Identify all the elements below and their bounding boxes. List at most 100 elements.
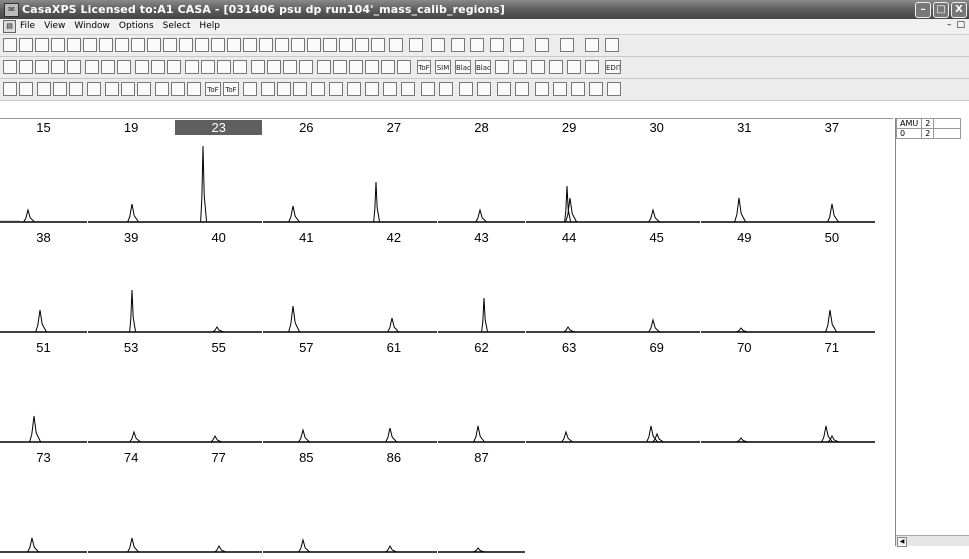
spectrum-cell[interactable]: 27 bbox=[350, 119, 438, 229]
toolbar-button-icon[interactable] bbox=[99, 38, 113, 52]
spectrum-cell[interactable]: 53 bbox=[87, 339, 175, 449]
toolbar-button-icon[interactable] bbox=[560, 38, 574, 52]
spectrum-cell[interactable]: 49 bbox=[700, 229, 788, 339]
toolbar-button-icon[interactable] bbox=[553, 82, 567, 96]
toolbar-button-icon[interactable] bbox=[121, 82, 135, 96]
toolbar-button-icon[interactable]: EDIT bbox=[605, 60, 621, 74]
toolbar-button-icon[interactable] bbox=[267, 60, 281, 74]
toolbar-button-icon[interactable] bbox=[495, 60, 509, 74]
menu-file[interactable]: File bbox=[20, 21, 35, 31]
spectrum-cell[interactable]: 74 bbox=[87, 449, 175, 559]
toolbar-button-icon[interactable] bbox=[117, 60, 131, 74]
toolbar-button-icon[interactable] bbox=[171, 82, 185, 96]
toolbar-button-icon[interactable] bbox=[409, 38, 423, 52]
toolbar-button-icon[interactable] bbox=[67, 38, 81, 52]
spectrum-cell[interactable]: 71 bbox=[788, 339, 876, 449]
toolbar-button-icon[interactable] bbox=[261, 82, 275, 96]
spectrum-cell[interactable]: 43 bbox=[438, 229, 525, 339]
toolbar-button-icon[interactable] bbox=[187, 82, 201, 96]
toolbar-button-icon[interactable] bbox=[85, 60, 99, 74]
toolbar-button-icon[interactable] bbox=[3, 38, 17, 52]
minimize-button[interactable]: – bbox=[915, 2, 931, 18]
toolbar-button-icon[interactable] bbox=[421, 82, 435, 96]
amu-header-value[interactable]: 2 bbox=[921, 118, 935, 129]
toolbar-button-icon[interactable] bbox=[349, 60, 363, 74]
toolbar-button-icon[interactable] bbox=[470, 38, 484, 52]
toolbar-button-icon[interactable] bbox=[227, 38, 241, 52]
spectrum-cell[interactable]: 15 bbox=[0, 119, 87, 229]
toolbar-button-icon[interactable] bbox=[101, 60, 115, 74]
toolbar-button-icon[interactable] bbox=[201, 60, 215, 74]
app-icon[interactable]: ✉ bbox=[4, 3, 19, 17]
toolbar-button-icon[interactable] bbox=[35, 60, 49, 74]
menu-help[interactable]: Help bbox=[199, 21, 220, 31]
spectrum-cell[interactable]: 70 bbox=[700, 339, 788, 449]
toolbar-button-icon[interactable] bbox=[459, 82, 473, 96]
spectrum-cell[interactable]: 44 bbox=[525, 229, 613, 339]
toolbar-button-icon[interactable] bbox=[151, 60, 165, 74]
toolbar-button-icon[interactable] bbox=[333, 60, 347, 74]
toolbar-button-icon[interactable]: ToF bbox=[417, 60, 431, 74]
toolbar-button-icon[interactable] bbox=[607, 82, 621, 96]
toolbar-button-icon[interactable] bbox=[397, 60, 411, 74]
toolbar-button-icon[interactable] bbox=[19, 82, 33, 96]
toolbar-button-icon[interactable] bbox=[53, 82, 67, 96]
spectrum-cell[interactable]: 37 bbox=[788, 119, 876, 229]
toolbar-button-icon[interactable] bbox=[243, 82, 257, 96]
toolbar-button-icon[interactable]: Black Core bbox=[455, 60, 471, 74]
toolbar-button-icon[interactable] bbox=[67, 60, 81, 74]
toolbar-button-icon[interactable] bbox=[381, 60, 395, 74]
toolbar-button-icon[interactable] bbox=[339, 38, 353, 52]
toolbar-button-icon[interactable] bbox=[185, 60, 199, 74]
horizontal-scrollbar[interactable]: ◀ bbox=[896, 535, 969, 547]
toolbar-button-icon[interactable] bbox=[571, 82, 585, 96]
menu-window[interactable]: Window bbox=[74, 21, 110, 31]
toolbar-button-icon[interactable] bbox=[3, 82, 17, 96]
toolbar-button-icon[interactable]: Black Info bbox=[475, 60, 491, 74]
toolbar-button-icon[interactable] bbox=[431, 38, 445, 52]
toolbar-button-icon[interactable] bbox=[87, 82, 101, 96]
toolbar-button-icon[interactable] bbox=[365, 60, 379, 74]
toolbar-button-icon[interactable] bbox=[259, 38, 273, 52]
toolbar-button-icon[interactable] bbox=[51, 38, 65, 52]
spectrum-cell[interactable]: 28 bbox=[438, 119, 525, 229]
toolbar-button-icon[interactable] bbox=[131, 38, 145, 52]
toolbar-button-icon[interactable] bbox=[137, 82, 151, 96]
toolbar-button-icon[interactable] bbox=[307, 38, 321, 52]
toolbar-button-icon[interactable] bbox=[347, 82, 361, 96]
spectrum-cell[interactable]: 85 bbox=[262, 449, 350, 559]
toolbar-button-icon[interactable] bbox=[317, 60, 331, 74]
spectrum-cell[interactable]: 77 bbox=[175, 449, 263, 559]
toolbar-button-icon[interactable] bbox=[155, 82, 169, 96]
amu-header[interactable]: AMU bbox=[895, 118, 923, 129]
toolbar-button-icon[interactable] bbox=[531, 60, 545, 74]
toolbar-button-icon[interactable] bbox=[115, 38, 129, 52]
toolbar-button-icon[interactable] bbox=[35, 38, 49, 52]
toolbar-button-icon[interactable] bbox=[293, 82, 307, 96]
toolbar-button-icon[interactable] bbox=[69, 82, 83, 96]
document-icon[interactable]: ▤ bbox=[3, 20, 16, 33]
toolbar-button-icon[interactable] bbox=[439, 82, 453, 96]
amu-row-value[interactable]: 2 bbox=[921, 128, 935, 139]
toolbar-button-icon[interactable] bbox=[167, 60, 181, 74]
toolbar-button-icon[interactable] bbox=[83, 38, 97, 52]
toolbar-button-icon[interactable] bbox=[605, 38, 619, 52]
toolbar-button-icon[interactable] bbox=[243, 38, 257, 52]
toolbar-button-icon[interactable] bbox=[513, 60, 527, 74]
spectrum-cell[interactable]: 26 bbox=[262, 119, 350, 229]
spectrum-cell[interactable]: 23 bbox=[175, 119, 263, 229]
toolbar-button-icon[interactable] bbox=[163, 38, 177, 52]
toolbar-button-icon[interactable] bbox=[490, 38, 504, 52]
toolbar-button-icon[interactable] bbox=[211, 38, 225, 52]
toolbar-button-icon[interactable] bbox=[549, 60, 563, 74]
toolbar-button-icon[interactable] bbox=[365, 82, 379, 96]
toolbar-button-icon[interactable] bbox=[275, 38, 289, 52]
toolbar-button-icon[interactable] bbox=[277, 82, 291, 96]
toolbar-button-icon[interactable] bbox=[233, 60, 247, 74]
spectrum-cell[interactable]: 57 bbox=[262, 339, 350, 449]
toolbar-button-icon[interactable] bbox=[283, 60, 297, 74]
toolbar-button-icon[interactable] bbox=[355, 38, 369, 52]
toolbar-button-icon[interactable] bbox=[195, 38, 209, 52]
toolbar-button-icon[interactable] bbox=[383, 82, 397, 96]
spectrum-cell[interactable]: 39 bbox=[87, 229, 175, 339]
